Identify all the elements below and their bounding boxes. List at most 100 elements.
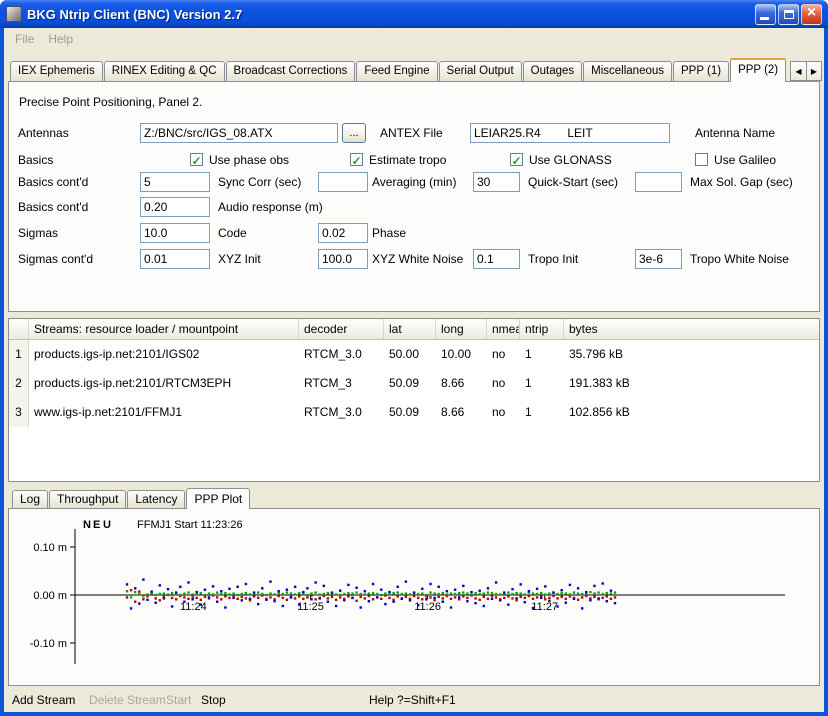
bottom-tab-strip: LogThroughputLatencyPPP Plot xyxy=(12,488,251,509)
client-area: FileHelp IEX EphemerisRINEX Editing & QC… xyxy=(4,28,824,712)
ntrip-cell: 1 xyxy=(520,369,564,398)
decoder-cell: RTCM_3.0 xyxy=(299,340,384,369)
tab-serial-output[interactable]: Serial Output xyxy=(439,61,522,81)
use-galileo-label: Use Galileo xyxy=(714,150,776,170)
menu-bar: FileHelp xyxy=(4,28,824,50)
tab-rinex-editing-qc[interactable]: RINEX Editing & QC xyxy=(104,61,225,81)
use-glonass-checkbox[interactable] xyxy=(510,153,523,166)
tab-feed-engine[interactable]: Feed Engine xyxy=(356,61,437,81)
tab-ppp-1[interactable]: PPP (1) xyxy=(673,61,729,81)
maximize-button[interactable] xyxy=(778,4,799,25)
nmea-cell: no xyxy=(487,398,520,427)
sync-corr-label: Sync Corr (sec) xyxy=(218,172,301,192)
basics-contd-row-2: Basics cont'd Audio response (m) xyxy=(9,197,819,217)
stream-row[interactable]: 3 www.igs-ip.net:2101/FFMJ1 RTCM_3.0 50.… xyxy=(9,398,819,427)
streams-body: 1 products.igs-ip.net:2101/IGS02 RTCM_3.… xyxy=(9,340,819,427)
quick-start-input[interactable] xyxy=(473,172,520,192)
tropo-init-input[interactable] xyxy=(473,249,520,269)
streams-col-ntrip: ntrip xyxy=(520,319,564,339)
quick-start-label: Quick-Start (sec) xyxy=(528,172,618,192)
plot-title: FFMJ1 Start 11:23:26 xyxy=(137,519,243,531)
x-tick-label: 11:27 xyxy=(531,601,558,613)
decoder-cell: RTCM_3.0 xyxy=(299,398,384,427)
menu-help[interactable]: Help xyxy=(41,30,80,48)
tab-outages[interactable]: Outages xyxy=(523,61,582,81)
stop-button[interactable]: Stop xyxy=(201,693,226,707)
antennas-row-label: Antennas xyxy=(18,123,69,143)
help-shortcut-label: Help ?=Shift+F1 xyxy=(369,693,456,707)
bottom-tab-throughput[interactable]: Throughput xyxy=(49,490,126,508)
tropo-white-noise-label: Tropo White Noise xyxy=(690,249,789,269)
antex-file-label: ANTEX File xyxy=(380,123,443,143)
maximize-icon xyxy=(784,10,794,19)
close-button[interactable] xyxy=(801,4,822,25)
nmea-cell: no xyxy=(487,369,520,398)
use-phase-obs-checkbox[interactable] xyxy=(190,153,203,166)
tab-scroll-right-button[interactable]: ▶ xyxy=(806,61,822,81)
row-number: 3 xyxy=(9,398,29,427)
sigmas-row-label: Sigmas xyxy=(18,223,58,243)
x-tick-label: 11:25 xyxy=(297,601,324,613)
long-cell: 8.66 xyxy=(436,369,487,398)
tab-miscellaneous[interactable]: Miscellaneous xyxy=(583,61,672,81)
antenna-name-input[interactable] xyxy=(470,123,670,143)
lat-cell: 50.09 xyxy=(384,369,436,398)
bytes-cell: 191.383 kB xyxy=(564,369,819,398)
xyz-init-input[interactable] xyxy=(140,249,210,269)
stream-row[interactable]: 1 products.igs-ip.net:2101/IGS02 RTCM_3.… xyxy=(9,340,819,369)
tab-scroll-buttons: ◀ ▶ xyxy=(790,61,822,81)
sigma-code-input[interactable] xyxy=(140,223,210,243)
tab-strip: IEX EphemerisRINEX Editing & QCBroadcast… xyxy=(6,58,822,82)
sync-corr-input[interactable] xyxy=(140,172,210,192)
ppp-plot-svg: 0.10 m0.00 m-0.10 m11:2411:2511:2611:27N… xyxy=(9,509,819,685)
stream-row[interactable]: 2 products.igs-ip.net:2101/RTCM3EPH RTCM… xyxy=(9,369,819,398)
xyz-white-noise-label: XYZ White Noise xyxy=(372,249,463,269)
tab-scroll-left-button[interactable]: ◀ xyxy=(790,61,806,81)
bottom-tab-log[interactable]: Log xyxy=(12,490,48,508)
add-stream-button[interactable]: Add Stream xyxy=(12,693,75,707)
sigma-phase-input[interactable] xyxy=(318,223,368,243)
bytes-cell: 102.856 kB xyxy=(564,398,819,427)
mountpoint-cell: products.igs-ip.net:2101/RTCM3EPH xyxy=(29,369,299,398)
tropo-white-noise-input[interactable] xyxy=(635,249,682,269)
minimize-button[interactable] xyxy=(755,4,776,25)
audio-response-input[interactable] xyxy=(140,197,210,217)
streams-col-nmea: nmea xyxy=(487,319,520,339)
row-number: 1 xyxy=(9,340,29,369)
delete-stream-button[interactable]: Delete Stream xyxy=(89,693,166,707)
streams-col-mountpoint: Streams: resource loader / mountpoint xyxy=(29,319,299,339)
streams-col-lat: lat xyxy=(384,319,436,339)
streams-header: Streams: resource loader / mountpoint de… xyxy=(9,319,819,340)
y-tick-label: -0.10 m xyxy=(30,638,67,650)
antex-file-input[interactable] xyxy=(140,123,338,143)
legend-u: U xyxy=(103,519,111,531)
tab-broadcast-corrections[interactable]: Broadcast Corrections xyxy=(226,61,356,81)
bottom-tab-ppp-plot[interactable]: PPP Plot xyxy=(186,488,250,509)
estimate-tropo-checkbox[interactable] xyxy=(350,153,363,166)
antex-browse-button[interactable]: ... xyxy=(342,123,366,143)
decoder-cell: RTCM_3 xyxy=(299,369,384,398)
sigma-phase-label: Phase xyxy=(372,223,406,243)
legend-n: N xyxy=(83,519,91,531)
streams-table: Streams: resource loader / mountpoint de… xyxy=(8,318,820,482)
use-galileo-checkbox[interactable] xyxy=(695,153,708,166)
x-tick-label: 11:26 xyxy=(414,601,441,613)
basics-contd-row-1: Basics cont'd Sync Corr (sec) Averaging … xyxy=(9,172,819,192)
xyz-init-label: XYZ Init xyxy=(218,249,261,269)
menu-file[interactable]: File xyxy=(8,30,41,48)
tab-ppp-2[interactable]: PPP (2) xyxy=(730,58,786,82)
streams-corner-cell xyxy=(9,319,29,339)
averaging-input[interactable] xyxy=(318,172,368,192)
bottom-tab-latency[interactable]: Latency xyxy=(127,490,185,508)
mountpoint-cell: products.igs-ip.net:2101/IGS02 xyxy=(29,340,299,369)
sigma-code-label: Code xyxy=(218,223,247,243)
start-button[interactable]: Start xyxy=(166,693,191,707)
ntrip-cell: 1 xyxy=(520,340,564,369)
xyz-white-noise-input[interactable] xyxy=(318,249,368,269)
tab-iex-ephemeris[interactable]: IEX Ephemeris xyxy=(10,61,103,81)
use-phase-obs-label: Use phase obs xyxy=(209,150,289,170)
lat-cell: 50.00 xyxy=(384,340,436,369)
series-e-points xyxy=(126,590,616,599)
streams-col-long: long xyxy=(436,319,487,339)
max-sol-gap-input[interactable] xyxy=(635,172,682,192)
